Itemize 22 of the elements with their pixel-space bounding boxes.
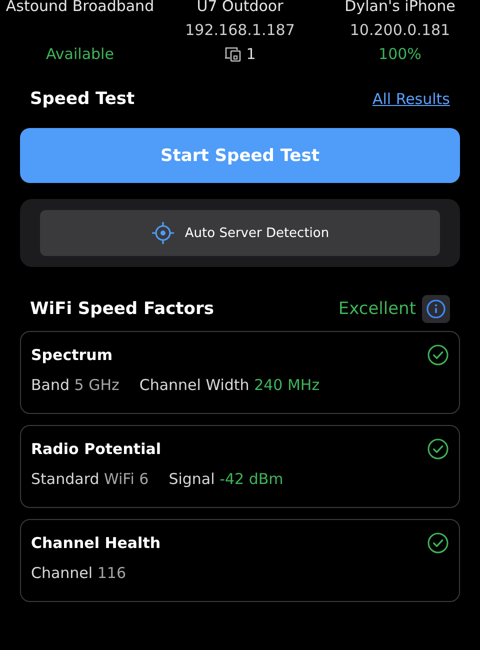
metric-text: Signal -42 dBm [168,470,284,488]
section-title: Speed Test [30,89,135,109]
device-count: 1 [246,44,256,65]
metric-text: Band 5 GHz [31,376,120,394]
card-title: Channel Health [31,534,161,552]
card-title: Radio Potential [31,440,161,458]
auto-server-button[interactable]: Auto Server Detection [40,210,440,256]
metric-text: Channel 116 [31,564,126,582]
metric-text: Standard WiFi 6 [31,470,149,488]
section-title: WiFi Speed Factors [30,299,214,319]
card-title: Spectrum [31,346,112,364]
ip-address: 10.200.0.181 [350,20,450,41]
status-text: 100% [378,44,422,65]
ip-address: 192.168.1.187 [185,20,295,41]
info-button[interactable] [422,295,450,323]
all-results-link[interactable]: All Results [372,90,450,108]
info-icon [426,299,446,319]
status-text: Available [46,44,114,65]
devices-icon [224,46,242,62]
rating-text: Excellent [338,299,416,319]
crosshair-icon [150,221,175,245]
metric-text: Channel Width 240 MHz [139,376,320,394]
